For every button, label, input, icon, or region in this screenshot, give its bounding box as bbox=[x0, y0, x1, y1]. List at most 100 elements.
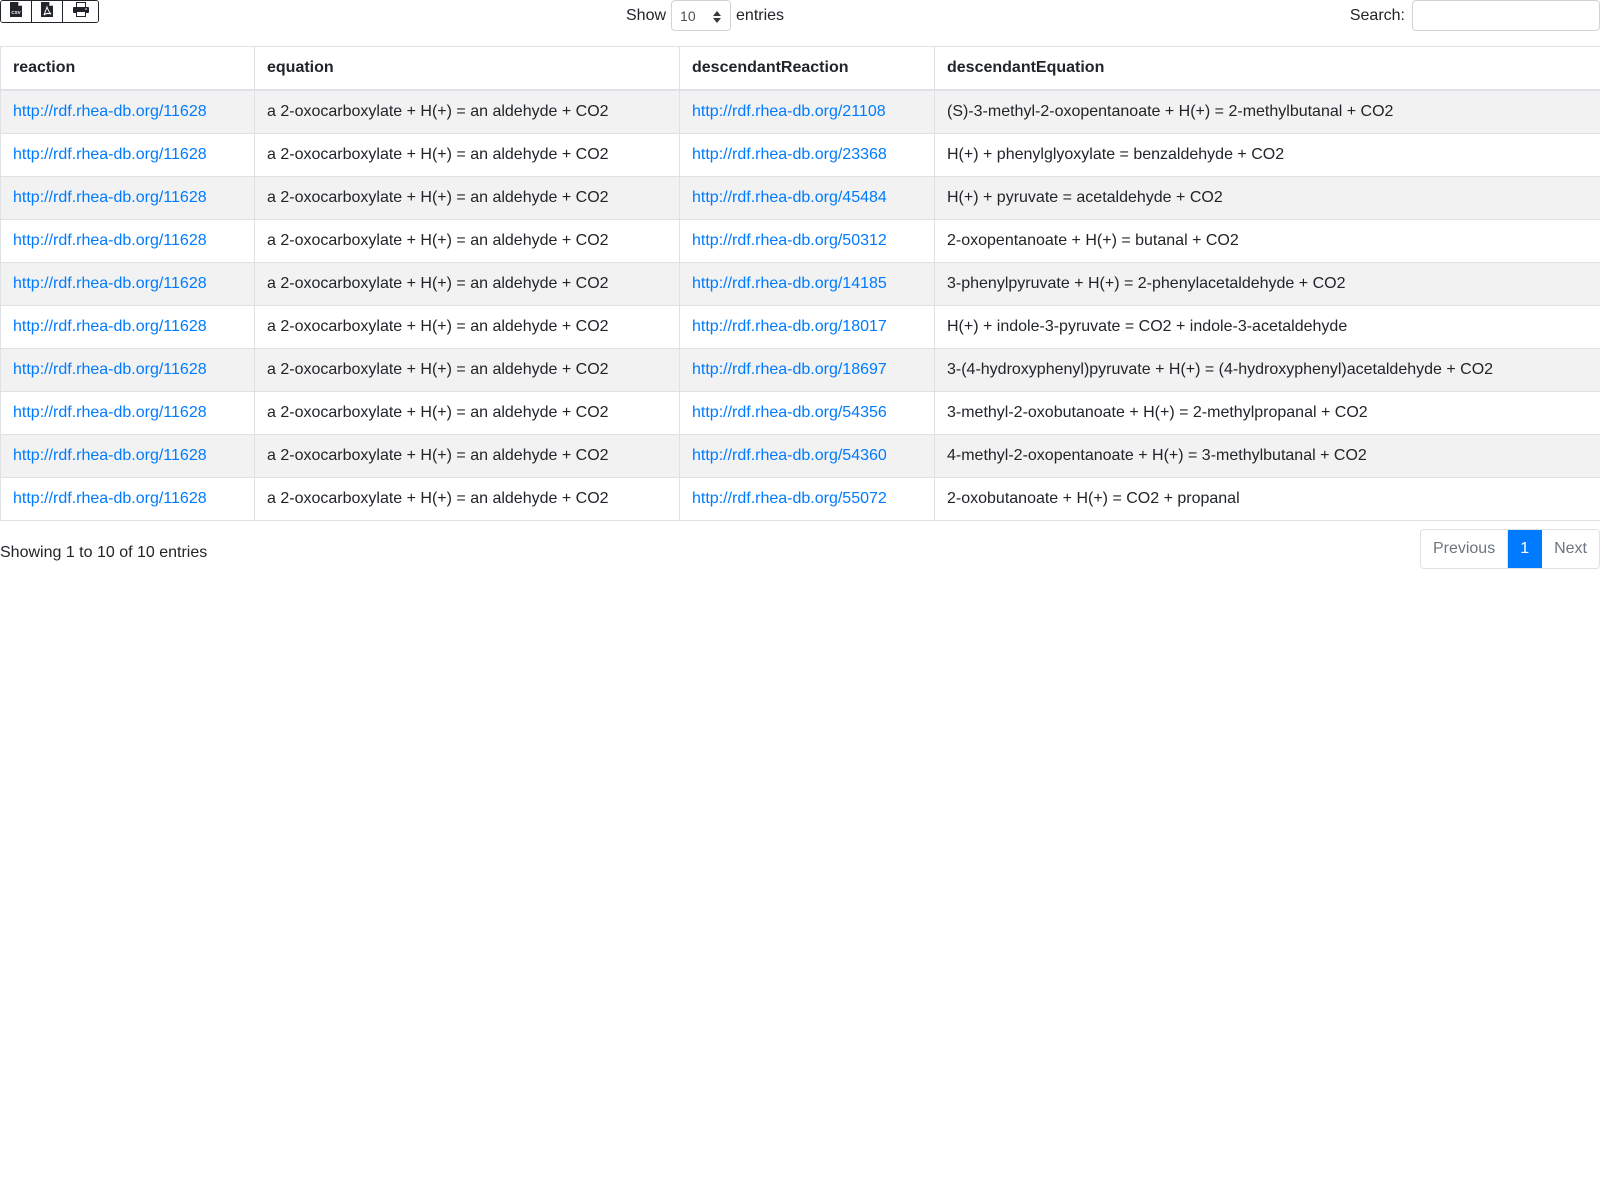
reaction-cell: http://rdf.rhea-db.org/11628 bbox=[0, 391, 255, 435]
reaction-link[interactable]: http://rdf.rhea-db.org/11628 bbox=[13, 361, 207, 378]
descendant-equation-cell: 3-methyl-2-oxobutanoate + H(+) = 2-methy… bbox=[934, 391, 1600, 435]
descendant-reaction-link[interactable]: http://rdf.rhea-db.org/23368 bbox=[692, 146, 887, 163]
descendant-reaction-cell: http://rdf.rhea-db.org/21108 bbox=[679, 89, 935, 134]
reaction-cell: http://rdf.rhea-db.org/11628 bbox=[0, 89, 255, 134]
descendant-reaction-link[interactable]: http://rdf.rhea-db.org/55072 bbox=[692, 490, 887, 507]
pagination: Previous 1 Next bbox=[1419, 529, 1600, 569]
table-row: http://rdf.rhea-db.org/11628 a 2-oxocarbo… bbox=[0, 133, 1600, 177]
descendant-reaction-link[interactable]: http://rdf.rhea-db.org/45484 bbox=[692, 189, 887, 206]
descendant-equation-cell: 3-(4-hydroxyphenyl)pyruvate + H(+) = (4-… bbox=[934, 348, 1600, 392]
reaction-link[interactable]: http://rdf.rhea-db.org/11628 bbox=[13, 275, 207, 292]
descendant-reaction-link[interactable]: http://rdf.rhea-db.org/18017 bbox=[692, 318, 887, 335]
equation-text: a 2-oxocarboxylate + H(+) = an aldehyde … bbox=[267, 189, 609, 206]
descendant-reaction-cell: http://rdf.rhea-db.org/18697 bbox=[679, 348, 935, 392]
descendant-reaction-cell: http://rdf.rhea-db.org/14185 bbox=[679, 262, 935, 306]
reaction-link[interactable]: http://rdf.rhea-db.org/11628 bbox=[13, 447, 207, 464]
reaction-link[interactable]: http://rdf.rhea-db.org/11628 bbox=[13, 490, 207, 507]
descendant-equation-cell: H(+) + pyruvate = acetaldehyde + CO2 bbox=[934, 176, 1600, 220]
page-length-control: Show 10 entries bbox=[626, 0, 784, 31]
equation-text: a 2-oxocarboxylate + H(+) = an aldehyde … bbox=[267, 232, 609, 249]
reaction-cell: http://rdf.rhea-db.org/11628 bbox=[0, 262, 255, 306]
column-header-reaction[interactable]: reaction bbox=[0, 46, 255, 91]
table-row: http://rdf.rhea-db.org/11628 a 2-oxocarbo… bbox=[0, 89, 1600, 134]
search-input[interactable] bbox=[1412, 0, 1600, 31]
reaction-cell: http://rdf.rhea-db.org/11628 bbox=[0, 305, 255, 349]
descendant-equation-text: 3-methyl-2-oxobutanoate + H(+) = 2-methy… bbox=[947, 404, 1368, 421]
show-label: Show bbox=[626, 6, 667, 24]
search-control: Search: bbox=[1350, 0, 1600, 31]
reaction-cell: http://rdf.rhea-db.org/11628 bbox=[0, 434, 255, 478]
descendant-equation-text: H(+) + pyruvate = acetaldehyde + CO2 bbox=[947, 189, 1223, 206]
descendant-reaction-link[interactable]: http://rdf.rhea-db.org/18697 bbox=[692, 361, 887, 378]
descendant-equation-text: 3-phenylpyruvate + H(+) = 2-phenylacetal… bbox=[947, 275, 1346, 292]
table-row: http://rdf.rhea-db.org/11628 a 2-oxocarbo… bbox=[0, 305, 1600, 349]
export-pdf-button[interactable] bbox=[32, 1, 63, 22]
descendant-equation-text: H(+) + indole-3-pyruvate = CO2 + indole-… bbox=[947, 318, 1348, 335]
page-length-value: 10 bbox=[680, 7, 696, 24]
table-body: http://rdf.rhea-db.org/11628 a 2-oxocarbo… bbox=[0, 89, 1600, 521]
reaction-cell: http://rdf.rhea-db.org/11628 bbox=[0, 176, 255, 220]
descendant-reaction-cell: http://rdf.rhea-db.org/23368 bbox=[679, 133, 935, 177]
reaction-link[interactable]: http://rdf.rhea-db.org/11628 bbox=[13, 103, 207, 120]
equation-text: a 2-oxocarboxylate + H(+) = an aldehyde … bbox=[267, 490, 609, 507]
entries-label: entries bbox=[736, 6, 785, 24]
descendant-reaction-link[interactable]: http://rdf.rhea-db.org/50312 bbox=[692, 232, 887, 249]
table-info: Showing 1 to 10 of 10 entries bbox=[0, 544, 208, 561]
results-table: reaction equation descendantReaction des… bbox=[0, 46, 1600, 521]
reaction-link[interactable]: http://rdf.rhea-db.org/11628 bbox=[13, 318, 207, 335]
descendant-reaction-link[interactable]: http://rdf.rhea-db.org/54360 bbox=[692, 447, 887, 464]
descendant-equation-cell: (S)-3-methyl-2-oxopentanoate + H(+) = 2-… bbox=[934, 89, 1600, 134]
table-row: http://rdf.rhea-db.org/11628 a 2-oxocarbo… bbox=[0, 477, 1600, 521]
table-row: http://rdf.rhea-db.org/11628 a 2-oxocarbo… bbox=[0, 219, 1600, 263]
table-row: http://rdf.rhea-db.org/11628 a 2-oxocarbo… bbox=[0, 391, 1600, 435]
equation-cell: a 2-oxocarboxylate + H(+) = an aldehyde … bbox=[254, 434, 680, 478]
print-button[interactable] bbox=[63, 1, 98, 22]
equation-cell: a 2-oxocarboxylate + H(+) = an aldehyde … bbox=[254, 348, 680, 392]
descendant-equation-text: H(+) + phenylglyoxylate = benzaldehyde +… bbox=[947, 146, 1285, 163]
table-row: http://rdf.rhea-db.org/11628 a 2-oxocarbo… bbox=[0, 262, 1600, 306]
equation-cell: a 2-oxocarboxylate + H(+) = an aldehyde … bbox=[254, 477, 680, 521]
descendant-reaction-link[interactable]: http://rdf.rhea-db.org/14185 bbox=[692, 275, 887, 292]
export-csv-button[interactable]: CSV bbox=[1, 1, 32, 22]
page-1-button[interactable]: 1 bbox=[1508, 530, 1543, 568]
reaction-link[interactable]: http://rdf.rhea-db.org/11628 bbox=[13, 404, 207, 421]
descendant-equation-cell: H(+) + indole-3-pyruvate = CO2 + indole-… bbox=[934, 305, 1600, 349]
reaction-cell: http://rdf.rhea-db.org/11628 bbox=[0, 477, 255, 521]
print-icon bbox=[72, 1, 90, 22]
descendant-equation-text: 4-methyl-2-oxopentanoate + H(+) = 3-meth… bbox=[947, 447, 1367, 464]
equation-text: a 2-oxocarboxylate + H(+) = an aldehyde … bbox=[267, 146, 609, 163]
descendant-equation-text: 2-oxopentanoate + H(+) = butanal + CO2 bbox=[947, 232, 1239, 249]
page-length-select[interactable]: 10 bbox=[671, 0, 732, 31]
descendant-equation-text: 2-oxobutanoate + H(+) = CO2 + propanal bbox=[947, 490, 1240, 507]
reaction-link[interactable]: http://rdf.rhea-db.org/11628 bbox=[13, 146, 207, 163]
descendant-reaction-cell: http://rdf.rhea-db.org/54356 bbox=[679, 391, 935, 435]
descendant-reaction-cell: http://rdf.rhea-db.org/55072 bbox=[679, 477, 935, 521]
equation-text: a 2-oxocarboxylate + H(+) = an aldehyde … bbox=[267, 275, 609, 292]
descendant-equation-cell: H(+) + phenylglyoxylate = benzaldehyde +… bbox=[934, 133, 1600, 177]
descendant-reaction-link[interactable]: http://rdf.rhea-db.org/54356 bbox=[692, 404, 887, 421]
previous-page-button[interactable]: Previous bbox=[1420, 530, 1509, 568]
descendant-reaction-link[interactable]: http://rdf.rhea-db.org/21108 bbox=[692, 103, 886, 120]
descendant-reaction-cell: http://rdf.rhea-db.org/18017 bbox=[679, 305, 935, 349]
descendant-equation-cell: 4-methyl-2-oxopentanoate + H(+) = 3-meth… bbox=[934, 434, 1600, 478]
reaction-cell: http://rdf.rhea-db.org/11628 bbox=[0, 133, 255, 177]
column-header-descendant-equation[interactable]: descendantEquation bbox=[934, 46, 1600, 91]
equation-cell: a 2-oxocarboxylate + H(+) = an aldehyde … bbox=[254, 262, 680, 306]
equation-cell: a 2-oxocarboxylate + H(+) = an aldehyde … bbox=[254, 305, 680, 349]
equation-text: a 2-oxocarboxylate + H(+) = an aldehyde … bbox=[267, 318, 609, 335]
svg-text:CSV: CSV bbox=[11, 10, 20, 15]
column-header-equation[interactable]: equation bbox=[254, 46, 680, 91]
descendant-reaction-cell: http://rdf.rhea-db.org/45484 bbox=[679, 176, 935, 220]
descendant-reaction-cell: http://rdf.rhea-db.org/54360 bbox=[679, 434, 935, 478]
reaction-cell: http://rdf.rhea-db.org/11628 bbox=[0, 219, 255, 263]
reaction-link[interactable]: http://rdf.rhea-db.org/11628 bbox=[13, 232, 207, 249]
equation-text: a 2-oxocarboxylate + H(+) = an aldehyde … bbox=[267, 404, 609, 421]
descendant-equation-text: (S)-3-methyl-2-oxopentanoate + H(+) = 2-… bbox=[947, 103, 1394, 120]
export-button-group: CSV bbox=[0, 0, 99, 23]
equation-text: a 2-oxocarboxylate + H(+) = an aldehyde … bbox=[267, 361, 609, 378]
csv-file-icon: CSV bbox=[9, 1, 23, 22]
column-header-descendant-reaction[interactable]: descendantReaction bbox=[679, 46, 935, 91]
table-row: http://rdf.rhea-db.org/11628 a 2-oxocarbo… bbox=[0, 348, 1600, 392]
next-page-button[interactable]: Next bbox=[1542, 530, 1599, 568]
reaction-link[interactable]: http://rdf.rhea-db.org/11628 bbox=[13, 189, 207, 206]
